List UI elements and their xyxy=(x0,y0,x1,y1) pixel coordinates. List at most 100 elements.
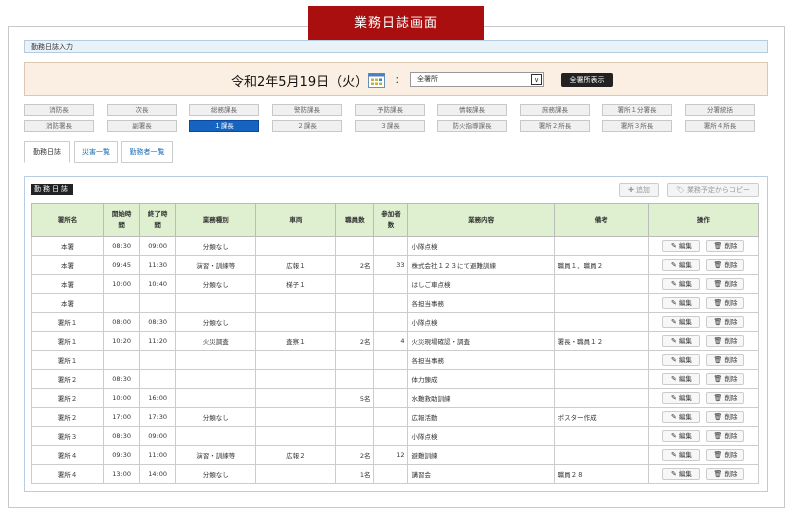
edit-button[interactable]: ✎ 編集 xyxy=(662,297,701,309)
delete-button[interactable]: 🗑 削除 xyxy=(706,411,745,423)
trash-icon: 🗑 xyxy=(713,356,723,364)
station-select[interactable]: 全署所 ∨ xyxy=(410,72,544,87)
calendar-icon[interactable] xyxy=(368,72,385,88)
delete-button[interactable]: 🗑 削除 xyxy=(706,316,745,328)
show-all-stations-button[interactable]: 全署所表示 xyxy=(561,73,613,87)
edit-label: 編集 xyxy=(678,261,692,269)
role-button[interactable]: 防火指導課長 xyxy=(437,120,507,132)
table-cell: 本署 xyxy=(30,274,105,294)
edit-label: 編集 xyxy=(678,337,692,345)
role-button[interactable]: 総務課長 xyxy=(189,104,259,116)
role-button[interactable]: 消防長 xyxy=(24,104,94,116)
delete-button[interactable]: 🗑 削除 xyxy=(706,297,745,309)
edit-icon: ✎ xyxy=(670,356,677,364)
table-cell: 体力錬成 xyxy=(407,369,555,389)
table-cell xyxy=(373,464,409,484)
role-button[interactable]: １課長 xyxy=(189,120,259,132)
copy-from-schedule-button[interactable]: 🏷 業務予定からコピー xyxy=(667,183,759,197)
tab-staff-list[interactable]: 勤務者一覧 xyxy=(121,141,173,163)
table-cell xyxy=(139,293,177,313)
station-select-value: 全署所 xyxy=(417,75,438,83)
column-header: 業務種別 xyxy=(175,203,257,237)
role-button[interactable]: 署所２所長 xyxy=(520,120,590,132)
table-cell: 株式会社１２３にて避難訓練 xyxy=(407,255,555,275)
delete-button[interactable]: 🗑 削除 xyxy=(706,335,745,347)
table-cell: 1名 xyxy=(335,464,375,484)
table-cell: 本署 xyxy=(30,236,105,256)
role-button[interactable]: 警防課長 xyxy=(272,104,342,116)
role-button[interactable]: 署所３所長 xyxy=(602,120,672,132)
edit-button[interactable]: ✎ 編集 xyxy=(662,373,701,385)
delete-button[interactable]: 🗑 削除 xyxy=(706,259,745,271)
edit-label: 編集 xyxy=(678,394,692,402)
role-button[interactable]: 署所１分署長 xyxy=(602,104,672,116)
table-cell: 広報活動 xyxy=(407,407,555,427)
edit-icon: ✎ xyxy=(670,394,677,402)
table-cell xyxy=(335,426,375,446)
role-button[interactable]: 予防課長 xyxy=(355,104,425,116)
table-cell: 4 xyxy=(373,331,409,351)
table-cell: 13:00 xyxy=(103,464,141,484)
table-cell: 火災現場確認・調査 xyxy=(407,331,555,351)
separator-colon: ： xyxy=(395,76,405,86)
edit-icon: ✎ xyxy=(670,299,677,307)
table-cell: 09:00 xyxy=(139,426,177,446)
delete-button[interactable]: 🗑 削除 xyxy=(706,278,745,290)
edit-label: 編集 xyxy=(678,375,692,383)
trash-icon: 🗑 xyxy=(713,470,723,478)
role-button[interactable]: 消防署長 xyxy=(24,120,94,132)
role-button[interactable]: 副署長 xyxy=(107,120,177,132)
edit-button[interactable]: ✎ 編集 xyxy=(662,430,701,442)
table-row: 署所２ 17:00 17:30 分類なし 広報活動 ポスター作成 ✎ 編集 🗑 削除 xyxy=(30,407,760,427)
table-cell: 小隊点検 xyxy=(407,236,555,256)
table-cell: 16:00 xyxy=(139,388,177,408)
edit-button[interactable]: ✎ 編集 xyxy=(662,354,701,366)
delete-button[interactable]: 🗑 削除 xyxy=(706,468,745,480)
delete-button[interactable]: 🗑 削除 xyxy=(706,373,745,385)
trash-icon: 🗑 xyxy=(713,394,723,402)
edit-button[interactable]: ✎ 編集 xyxy=(662,278,701,290)
table-cell: 09:30 xyxy=(103,445,141,465)
trash-icon: 🗑 xyxy=(713,299,723,307)
delete-button[interactable]: 🗑 削除 xyxy=(706,449,745,461)
role-button[interactable]: 次長 xyxy=(107,104,177,116)
delete-button[interactable]: 🗑 削除 xyxy=(706,430,745,442)
delete-button[interactable]: 🗑 削除 xyxy=(706,392,745,404)
edit-icon: ✎ xyxy=(670,470,677,478)
edit-button[interactable]: ✎ 編集 xyxy=(662,335,701,347)
edit-label: 編集 xyxy=(678,470,692,478)
table-cell xyxy=(175,293,257,313)
row-actions: ✎ 編集 🗑 削除 xyxy=(647,464,760,484)
edit-button[interactable]: ✎ 編集 xyxy=(662,449,701,461)
tab-disaster-list[interactable]: 災害一覧 xyxy=(74,141,118,163)
role-button[interactable]: 庶務課長 xyxy=(520,104,590,116)
add-button[interactable]: ✚ 追加 xyxy=(619,183,659,197)
chevron-down-icon[interactable]: ∨ xyxy=(531,74,542,85)
table-cell xyxy=(335,407,375,427)
tab-work-log[interactable]: 勤務日誌 xyxy=(24,141,70,163)
role-button[interactable]: 分署統括 xyxy=(685,104,755,116)
table-row: 署所４ 13:00 14:00 分類なし 1名 講習会 職員２８ ✎ 編集 🗑 削除 xyxy=(30,464,760,484)
role-button[interactable]: ２課長 xyxy=(272,120,342,132)
role-button[interactable]: ３課長 xyxy=(355,120,425,132)
table-cell xyxy=(553,388,649,408)
edit-button[interactable]: ✎ 編集 xyxy=(662,392,701,404)
edit-button[interactable]: ✎ 編集 xyxy=(662,240,701,252)
table-cell: 分類なし xyxy=(175,236,257,256)
table-cell: 分類なし xyxy=(175,312,257,332)
delete-label: 削除 xyxy=(724,337,738,345)
delete-button[interactable]: 🗑 削除 xyxy=(706,354,745,366)
table-cell: 10:20 xyxy=(103,331,141,351)
edit-button[interactable]: ✎ 編集 xyxy=(662,411,701,423)
edit-button[interactable]: ✎ 編集 xyxy=(662,259,701,271)
table-cell: 演習・訓練等 xyxy=(175,445,257,465)
edit-button[interactable]: ✎ 編集 xyxy=(662,316,701,328)
role-button[interactable]: 情報課長 xyxy=(437,104,507,116)
table-cell xyxy=(139,350,177,370)
role-button[interactable]: 署所４所長 xyxy=(685,120,755,132)
delete-button[interactable]: 🗑 削除 xyxy=(706,240,745,252)
delete-label: 削除 xyxy=(724,394,738,402)
table-cell xyxy=(373,407,409,427)
edit-button[interactable]: ✎ 編集 xyxy=(662,468,701,480)
table-cell: 17:30 xyxy=(139,407,177,427)
